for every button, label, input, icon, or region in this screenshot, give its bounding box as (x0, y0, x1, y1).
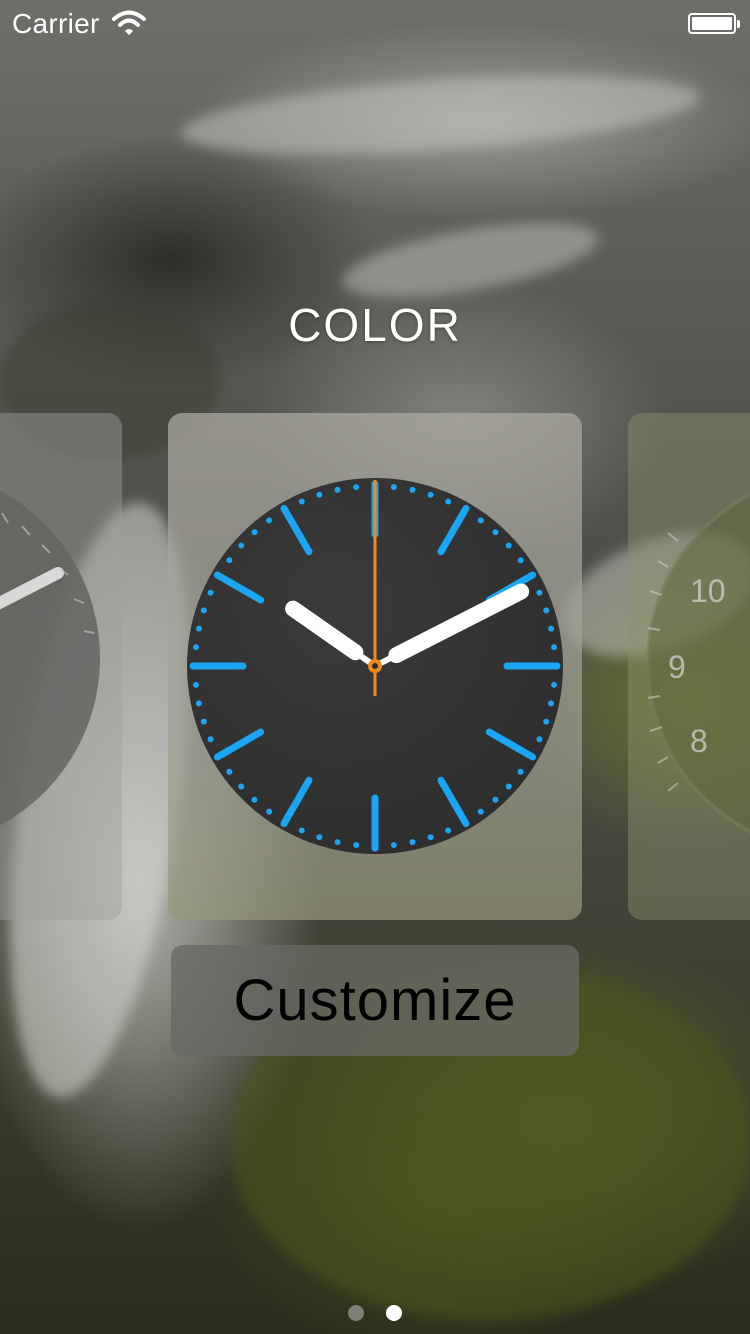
minute-dot (536, 589, 543, 596)
minute-dot (353, 483, 360, 490)
page-dot-2[interactable] (386, 1305, 403, 1321)
minute-dot (207, 736, 214, 743)
minute-dot (238, 542, 245, 549)
minute-dot (251, 529, 258, 536)
center-pin-core (372, 663, 378, 669)
page-dot-1[interactable] (347, 1305, 364, 1321)
status-bar: Carrier (0, 0, 750, 40)
minute-dot (192, 681, 199, 688)
minute-dot (316, 491, 323, 498)
minute-dot (200, 607, 207, 614)
minute-dot (427, 491, 434, 498)
minute-dot (492, 529, 499, 536)
battery-icon (688, 13, 740, 34)
minute-dot (195, 625, 202, 632)
minute-dot (251, 796, 258, 803)
carrier-label: Carrier (12, 8, 100, 39)
minute-dot (298, 498, 305, 505)
minute-dot (207, 589, 214, 596)
minute-dot (543, 607, 550, 614)
minute-dot (517, 768, 524, 775)
minute-dot (551, 644, 558, 651)
minute-dot (445, 498, 452, 505)
minute-dot (200, 718, 207, 725)
numeral-8: 8 (690, 723, 708, 759)
minute-dot (409, 486, 416, 493)
minute-dot (266, 808, 273, 815)
minute-dot (226, 557, 233, 564)
minute-dot (298, 827, 305, 834)
numeral-9: 9 (668, 649, 686, 685)
minute-dot (427, 834, 434, 841)
customize-button[interactable]: Customize (171, 945, 579, 1056)
minute-dot (409, 839, 416, 846)
numeral-10: 10 (690, 573, 726, 609)
minute-dot (517, 557, 524, 564)
minute-dot (334, 839, 341, 846)
minute-dot (316, 834, 323, 841)
analog-clock-face (187, 478, 563, 854)
page-title: COLOR (288, 299, 462, 351)
minute-dot (266, 517, 273, 524)
minute-dot (226, 768, 233, 775)
minute-dot (505, 542, 512, 549)
minute-dot (445, 827, 452, 834)
minute-dot (543, 718, 550, 725)
page-indicator[interactable] (0, 1305, 750, 1326)
wifi-icon (112, 10, 146, 41)
minute-dot (390, 842, 397, 849)
minute-dot (238, 783, 245, 790)
minute-dot (195, 700, 202, 707)
minute-dot (390, 483, 397, 490)
minute-dot (477, 808, 484, 815)
minute-dot (477, 517, 484, 524)
minute-dot (334, 486, 341, 493)
minute-dot (551, 681, 558, 688)
minute-dot (548, 625, 555, 632)
face-card-previous[interactable] (0, 413, 122, 920)
minute-dot (192, 644, 199, 651)
face-card-color[interactable] (168, 413, 582, 920)
minute-dot (505, 783, 512, 790)
minute-dot (353, 842, 360, 849)
minute-dot (492, 796, 499, 803)
minute-dot (536, 736, 543, 743)
minute-dot (548, 700, 555, 707)
face-card-next[interactable]: 10 9 8 (628, 413, 750, 920)
